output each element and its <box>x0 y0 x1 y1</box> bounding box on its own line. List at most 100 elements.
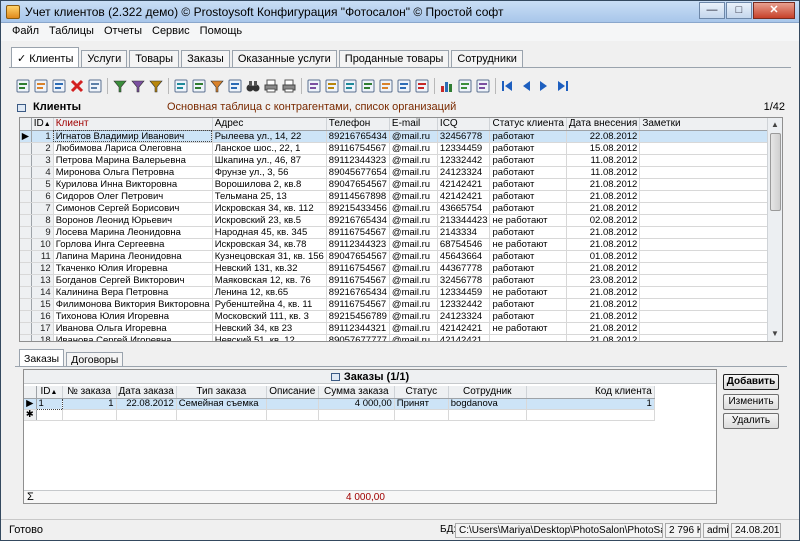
export-2-icon[interactable] <box>324 78 340 94</box>
client-cell[interactable]: Сидоров Олег Петрович <box>53 190 213 203</box>
export-6-icon[interactable] <box>396 78 412 94</box>
col-header-order-id[interactable]: ID▲ <box>36 386 63 399</box>
status-cell[interactable]: работают <box>489 190 567 203</box>
table-row[interactable]: 11 Лапина Марина Леонидовна Кузнецовская 3… <box>20 250 782 263</box>
tab-services[interactable]: Услуги <box>81 50 128 68</box>
notes-cell[interactable] <box>639 178 782 191</box>
filter-add-icon[interactable] <box>130 78 146 94</box>
status-cell[interactable]: работают <box>489 202 567 215</box>
table-row[interactable]: ▶ 1 1 22.08.2012 Семейная съемка 4 000,0… <box>24 397 655 410</box>
add-record-icon[interactable] <box>15 78 31 94</box>
date-cell[interactable]: 21.08.2012 <box>566 178 641 191</box>
date-cell[interactable]: 21.08.2012 <box>566 322 641 335</box>
funnel-icon[interactable] <box>209 78 225 94</box>
col-header-order-status[interactable]: Статус <box>394 386 449 399</box>
client-cell[interactable]: Иванова Ольга Игоревна <box>53 322 213 335</box>
id-cell[interactable]: 14 <box>31 286 54 299</box>
icq-cell[interactable]: 45643664 <box>437 250 491 263</box>
address-cell[interactable]: Невский 34, кв 23 <box>212 322 327 335</box>
address-cell[interactable]: Искровская 34, кв. 112 <box>212 202 327 215</box>
table-row[interactable]: 4 Миронова Ольга Петровна Фрунзе ул., 3, 5… <box>20 166 782 179</box>
menu-help[interactable]: Помощь <box>195 23 248 41</box>
col-header-email[interactable]: E-mail <box>389 118 438 131</box>
id-cell[interactable]: 13 <box>31 274 54 287</box>
table-row[interactable]: 9 Лосева Марина Леонидовна Народная 45, кв… <box>20 226 782 239</box>
tree-icon[interactable] <box>191 78 207 94</box>
icq-cell[interactable]: 42142421 <box>437 190 491 203</box>
grid-settings-icon[interactable] <box>457 78 473 94</box>
address-cell[interactable]: Маяковская 12, кв. 76 <box>212 274 327 287</box>
address-cell[interactable]: Тельмана 25, 13 <box>212 190 327 203</box>
email-cell[interactable]: @mail.ru <box>389 238 438 251</box>
status-cell[interactable]: не работают <box>489 286 567 299</box>
phone-cell[interactable]: 89045677654 <box>326 166 390 179</box>
icq-cell[interactable]: 42142421 <box>437 322 491 335</box>
phone-cell[interactable]: 89116754567 <box>326 298 390 311</box>
icq-cell[interactable]: 68754546 <box>437 238 491 251</box>
email-cell[interactable]: @mail.ru <box>389 190 438 203</box>
date-cell[interactable]: 21.08.2012 <box>566 286 641 299</box>
client-cell[interactable]: Ткаченко Юлия Игоревна <box>53 262 213 275</box>
export-4-icon[interactable] <box>360 78 376 94</box>
icq-cell[interactable]: 43665754 <box>437 202 491 215</box>
delete-record-icon[interactable] <box>69 78 85 94</box>
icq-cell[interactable]: 12334459 <box>437 142 491 155</box>
address-cell[interactable]: Московский 111, кв. 3 <box>212 310 327 323</box>
notes-cell[interactable] <box>639 226 782 239</box>
col-header-notes[interactable]: Заметки <box>639 118 782 131</box>
notes-cell[interactable] <box>639 334 782 341</box>
chart-icon[interactable] <box>439 78 455 94</box>
refresh-icon[interactable] <box>173 78 189 94</box>
menu-tables[interactable]: Таблицы <box>44 23 99 41</box>
icq-cell[interactable]: 2143334 <box>437 226 491 239</box>
col-header-description[interactable]: Описание <box>266 386 319 399</box>
date-cell[interactable]: 21.08.2012 <box>566 238 641 251</box>
table-row[interactable]: 18 Иванова Сергей Игоревна Невский 51, кв.… <box>20 334 782 341</box>
id-cell[interactable]: 17 <box>31 322 54 335</box>
email-cell[interactable]: @mail.ru <box>389 130 438 143</box>
col-header-phone[interactable]: Телефон <box>326 118 390 131</box>
icq-cell[interactable]: 24123324 <box>437 166 491 179</box>
table-row[interactable]: 16 Тихонова Юлия Игоревна Московский 111, … <box>20 310 782 323</box>
notes-cell[interactable] <box>639 322 782 335</box>
col-header-address[interactable]: Адрес <box>212 118 327 131</box>
email-cell[interactable]: @mail.ru <box>389 250 438 263</box>
phone-cell[interactable]: 89112344323 <box>326 238 390 251</box>
notes-cell[interactable] <box>639 202 782 215</box>
date-cell[interactable]: 21.08.2012 <box>566 310 641 323</box>
notes-cell[interactable] <box>639 310 782 323</box>
col-header-client-code[interactable]: Код клиента <box>526 386 655 399</box>
client-cell[interactable]: Любимова Лариса Олеговна <box>53 142 213 155</box>
phone-cell[interactable]: 89116754567 <box>326 274 390 287</box>
client-cell[interactable]: Калинина Вера Петровна <box>53 286 213 299</box>
edit-record-icon[interactable] <box>33 78 49 94</box>
table-row[interactable]: 5 Курилова Инна Викторовна Ворошилова 2, к… <box>20 178 782 191</box>
table-row[interactable]: 6 Сидоров Олег Петрович Тельмана 25, 13 891… <box>20 190 782 203</box>
sort-icon[interactable] <box>227 78 243 94</box>
notes-cell[interactable] <box>639 274 782 287</box>
address-cell[interactable]: Искровская 34, кв.78 <box>212 238 327 251</box>
menu-file[interactable]: Файл <box>7 23 44 41</box>
add-button[interactable]: Добавить <box>723 374 779 390</box>
export-7-icon[interactable] <box>414 78 430 94</box>
table-view-icon[interactable] <box>87 78 103 94</box>
email-cell[interactable]: @mail.ru <box>389 310 438 323</box>
filter-clear-icon[interactable] <box>148 78 164 94</box>
col-header-order-type[interactable]: Тип заказа <box>176 386 267 399</box>
form-icon[interactable] <box>475 78 491 94</box>
id-cell[interactable]: 16 <box>31 310 54 323</box>
notes-cell[interactable] <box>639 262 782 275</box>
tab-contracts[interactable]: Договоры <box>66 352 124 367</box>
nav-next-icon[interactable] <box>536 78 552 94</box>
phone-cell[interactable]: 89047654567 <box>326 250 390 263</box>
email-cell[interactable]: @mail.ru <box>389 334 438 341</box>
id-cell[interactable]: 12 <box>31 262 54 275</box>
address-cell[interactable]: Невский 131, кв.32 <box>212 262 327 275</box>
order-sum-cell[interactable]: 4 000,00 <box>318 398 395 410</box>
binoculars-icon[interactable] <box>245 78 261 94</box>
status-cell[interactable]: работают <box>489 298 567 311</box>
order-description-cell[interactable] <box>266 398 319 410</box>
client-cell[interactable]: Игнатов Владимир Иванович <box>53 130 213 143</box>
grid-vertical-scrollbar[interactable]: ▲ ▼ <box>767 118 782 341</box>
table-row[interactable]: 7 Симонов Сергей Борисович Искровская 34, … <box>20 202 782 215</box>
